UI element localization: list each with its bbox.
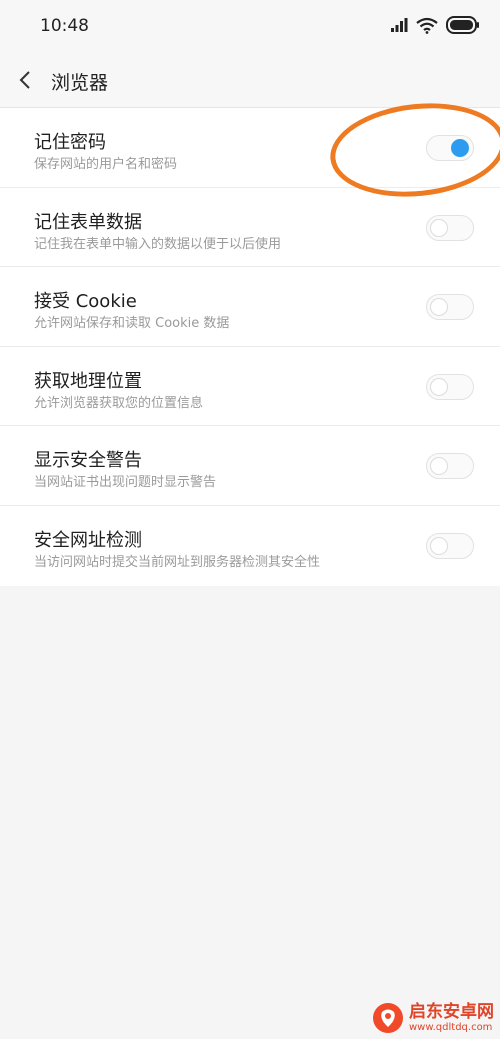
setting-accept-cookie[interactable]: 接受 Cookie 允许网站保存和读取 Cookie 数据: [0, 267, 500, 347]
setting-title: 接受 Cookie: [34, 291, 137, 312]
status-icons: [390, 16, 480, 34]
setting-description: 允许网站保存和读取 Cookie 数据: [34, 316, 230, 331]
page-title: 浏览器: [51, 72, 109, 94]
toggle-knob: [430, 457, 448, 475]
chevron-left-icon[interactable]: [14, 68, 38, 92]
setting-description: 记住我在表单中输入的数据以便于以后使用: [34, 236, 282, 252]
setting-remember-form-data[interactable]: 记住表单数据 记住我在表单中输入的数据以便于以后使用: [0, 188, 500, 267]
status-bar: 10:48: [0, 0, 500, 52]
setting-description: 当网站证书出现问题时显示警告: [34, 475, 217, 490]
remember-password-toggle[interactable]: [426, 135, 474, 161]
setting-security-warning[interactable]: 显示安全警告 当网站证书出现问题时显示警告: [0, 426, 500, 506]
watermark-url: www.qdltdq.com: [409, 1021, 493, 1033]
setting-remember-password[interactable]: 记住密码 保存网站的用户名和密码: [0, 108, 500, 188]
nav-bar: 浏览器: [0, 52, 500, 108]
toggle-knob: [430, 218, 448, 237]
setting-title: 安全网址检测: [34, 529, 142, 551]
remember-form-data-toggle[interactable]: [426, 214, 474, 241]
status-time: 10:48: [40, 16, 89, 36]
setting-description: 允许浏览器获取您的位置信息: [34, 395, 204, 411]
battery-icon: [446, 16, 479, 34]
safe-url-check-toggle[interactable]: [426, 532, 474, 559]
security-warning-toggle[interactable]: [426, 453, 474, 479]
location-toggle[interactable]: [426, 373, 474, 400]
watermark-name: 启东安卓网: [409, 1001, 494, 1022]
setting-title: 记住密码: [34, 132, 106, 153]
setting-title: 记住表单数据: [34, 211, 142, 233]
setting-safe-url-check[interactable]: 安全网址检测 当访问网站时提交当前网址到服务器检测其安全性: [0, 506, 500, 586]
toggle-knob: [430, 536, 448, 555]
toggle-knob: [430, 377, 448, 396]
signal-icon: [391, 18, 408, 32]
setting-title: 显示安全警告: [34, 450, 142, 471]
watermark-text: 启东安卓网 www.qdltdq.com: [409, 1001, 494, 1033]
settings-list: 记住密码 保存网站的用户名和密码 记住表单数据 记住我在表单中输入的数据以便于以…: [0, 108, 500, 586]
wifi-icon: [416, 17, 438, 34]
toggle-knob: [430, 298, 448, 316]
watermark: 启东安卓网 www.qdltdq.com: [373, 1003, 494, 1033]
watermark-logo-icon: [373, 1003, 403, 1033]
accept-cookie-toggle[interactable]: [426, 294, 474, 320]
setting-description: 保存网站的用户名和密码: [34, 157, 178, 172]
setting-title: 获取地理位置: [34, 370, 142, 392]
setting-location[interactable]: 获取地理位置 允许浏览器获取您的位置信息: [0, 347, 500, 426]
toggle-knob: [451, 139, 469, 157]
setting-description: 当访问网站时提交当前网址到服务器检测其安全性: [34, 554, 321, 570]
